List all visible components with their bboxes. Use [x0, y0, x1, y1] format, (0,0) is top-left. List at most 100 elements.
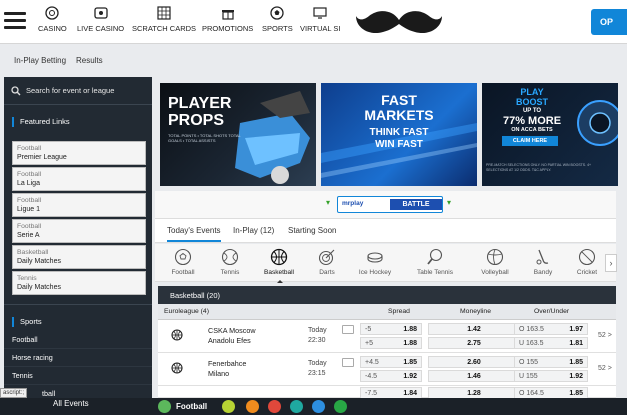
home-team: Fenerbahce — [208, 359, 247, 368]
casino-chip-icon — [45, 6, 60, 20]
sport-table-tennis[interactable]: Table Tennis — [413, 248, 457, 276]
bottom-bar: All Events Football — [0, 398, 627, 415]
sport-cricket[interactable]: Cricket — [565, 248, 609, 276]
soccer-ball-icon — [270, 6, 284, 20]
odds-button[interactable]: 1.46 — [428, 370, 520, 382]
odds-button[interactable]: U 163.5 1.81 — [514, 337, 588, 349]
event-teams[interactable]: Fenerbahce Milano — [208, 359, 246, 379]
search-icon — [11, 86, 21, 96]
nav-scratch-cards[interactable]: SCRATCH CARDS — [132, 6, 196, 33]
nav-casino[interactable]: CASINO — [38, 6, 67, 33]
bottom-football-label[interactable]: Football — [176, 402, 207, 411]
sport-bandy[interactable]: Bandy — [521, 248, 565, 276]
sport-ice-hockey[interactable]: Ice Hockey — [353, 248, 397, 276]
sidebar-sport-item[interactable]: Horse racing — [4, 349, 152, 367]
stats-icon[interactable] — [342, 325, 354, 334]
nav-sports[interactable]: SPORTS — [262, 6, 293, 33]
basketball-icon — [171, 362, 183, 374]
volleyball-icon — [486, 248, 504, 266]
sport-label: Table Tennis — [416, 269, 454, 276]
banner-player-props[interactable]: PLAYER PROPS TOTAL POINTS • TOTAL SHOTS … — [160, 83, 316, 186]
sport-volleyball[interactable]: Volleyball — [473, 248, 517, 276]
event-tabs: Today's Events In-Play (12) Starting Soo… — [155, 219, 616, 243]
sidebar-sport-item[interactable]: Football — [4, 331, 152, 349]
sport-basketball[interactable]: Basketball — [257, 248, 301, 283]
sport-football[interactable]: Football — [161, 248, 205, 276]
event-day: Today — [308, 360, 327, 367]
boost-line5: ON ACCA BETS — [511, 127, 553, 133]
moustache-logo-icon[interactable] — [355, 8, 443, 38]
tab-in-play[interactable]: In-Play (12) — [233, 226, 274, 235]
odds-button[interactable]: -5 1.88 — [360, 323, 422, 335]
sidebar-search[interactable]: Search for event or league — [4, 77, 152, 105]
ice-hockey-icon[interactable] — [290, 400, 303, 413]
stats-icon[interactable] — [342, 358, 354, 367]
featured-link-sport: Football — [17, 197, 42, 204]
tab-todays-events[interactable]: Today's Events — [167, 226, 221, 242]
odds-button[interactable]: +4.5 1.85 — [360, 356, 422, 368]
subnav-inplay-betting[interactable]: In-Play Betting — [14, 56, 66, 65]
odds-price: 1.88 — [403, 326, 417, 333]
odds-button[interactable]: 2.60 — [428, 356, 520, 368]
odds-button[interactable]: 1.42 — [428, 323, 520, 335]
featured-link-sport: Football — [17, 145, 42, 152]
event-row[interactable]: -7.5 1.84 1.28 O 164.5 1.85 — [158, 386, 616, 399]
featured-link-sport: Basketball — [17, 249, 49, 256]
league-header: Euroleague (4) Spread Moneyline Over/Und… — [158, 304, 616, 320]
nav-virtual-sports[interactable]: VIRTUAL SI — [300, 6, 340, 33]
featured-link[interactable]: Football Premier League — [12, 141, 146, 165]
football-icon[interactable] — [158, 400, 171, 413]
away-team: Milano — [208, 369, 230, 378]
sport-tennis[interactable]: Tennis — [208, 248, 252, 276]
league-name[interactable]: Euroleague (4) — [164, 308, 209, 315]
event-row[interactable]: CSKA Moscow Anadolu Efes Today 22:30 -5 1.8… — [158, 320, 616, 353]
battle-button[interactable]: mrplay BATTLE — [337, 196, 443, 213]
all-events-link[interactable]: All Events — [53, 399, 89, 408]
featured-link[interactable]: Tennis Daily Matches — [12, 271, 146, 295]
sport-label: Basketball — [264, 269, 294, 276]
odds-price: 1.92 — [569, 373, 583, 380]
odds-price: 1.46 — [467, 373, 481, 380]
sport-darts[interactable]: Darts — [305, 248, 349, 276]
featured-link[interactable]: Football Ligue 1 — [12, 193, 146, 217]
battle-label: BATTLE — [390, 199, 442, 210]
table-tennis-icon[interactable] — [312, 400, 325, 413]
odds-price: 1.97 — [569, 326, 583, 333]
featured-link[interactable]: Basketball Daily Matches — [12, 245, 146, 269]
basketball-icon[interactable] — [246, 400, 259, 413]
odds-button[interactable]: -4.5 1.92 — [360, 370, 422, 382]
volleyball-icon[interactable] — [334, 400, 347, 413]
sidebar-sport-item[interactable]: Tennis — [4, 367, 152, 385]
tennis-icon[interactable] — [222, 400, 235, 413]
scroll-right-arrow-icon[interactable]: › — [605, 254, 617, 272]
featured-link-name: Serie A — [17, 232, 40, 239]
odds-button[interactable]: O 155 1.85 — [514, 356, 588, 368]
sidebar: Search for event or league Featured Link… — [4, 77, 152, 403]
odds-button[interactable]: U 155 1.92 — [514, 370, 588, 382]
col-over-under: Over/Under — [534, 308, 570, 315]
nav-promotions[interactable]: PROMOTIONS — [202, 6, 253, 33]
darts-icon[interactable] — [268, 400, 281, 413]
featured-link[interactable]: Football La Liga — [12, 167, 146, 191]
nav-live-casino[interactable]: LIVE CASINO — [77, 6, 124, 33]
more-markets-link[interactable]: 52 > — [598, 332, 612, 339]
fast-line3: THINK FAST — [369, 127, 429, 138]
banner-fast-markets[interactable]: FAST MARKETS THINK FAST WIN FAST — [321, 83, 477, 186]
banner-play-boost[interactable]: PLAY BOOST UP TO 77% MORE ON ACCA BETS C… — [482, 83, 618, 186]
odds-button[interactable]: O 163.5 1.97 — [514, 323, 588, 335]
tab-starting-soon[interactable]: Starting Soon — [288, 226, 336, 235]
claim-here-button[interactable]: CLAIM HERE — [502, 136, 558, 146]
event-teams[interactable]: CSKA Moscow Anadolu Efes — [208, 326, 256, 346]
sport-label: Football — [171, 269, 195, 276]
open-account-button[interactable]: OP — [591, 9, 627, 35]
odds-button[interactable]: 2.75 — [428, 337, 520, 349]
nav-sports-label: SPORTS — [262, 24, 293, 33]
featured-link-sport: Tennis — [17, 275, 37, 282]
subnav-results[interactable]: Results — [76, 56, 103, 65]
event-row[interactable]: Fenerbahce Milano Today 23:15 +4.5 1.85 -4.… — [158, 353, 616, 386]
featured-link[interactable]: Football Serie A — [12, 219, 146, 243]
more-markets-link[interactable]: 52 > — [598, 365, 612, 372]
hamburger-menu-icon[interactable] — [4, 12, 26, 30]
odds-button[interactable]: +5 1.88 — [360, 337, 422, 349]
props-small-text: TOTAL POINTS • TOTAL SHOTS TOTAL GOALS •… — [168, 133, 241, 143]
